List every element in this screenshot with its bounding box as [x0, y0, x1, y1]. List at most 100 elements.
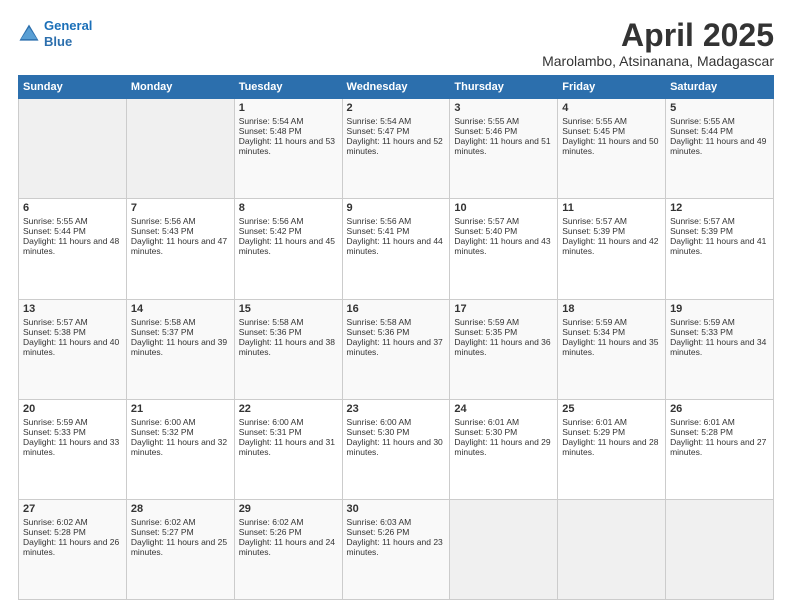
calendar-header-row: Sunday Monday Tuesday Wednesday Thursday…	[19, 76, 774, 99]
title-block: April 2025 Marolambo, Atsinanana, Madaga…	[542, 18, 774, 69]
col-friday: Friday	[558, 76, 666, 99]
daylight-text: Daylight: 11 hours and 24 minutes.	[239, 537, 338, 557]
sunrise-text: Sunrise: 5:55 AM	[562, 116, 661, 126]
daylight-text: Daylight: 11 hours and 36 minutes.	[454, 337, 553, 357]
calendar-cell: 24Sunrise: 6:01 AMSunset: 5:30 PMDayligh…	[450, 399, 558, 499]
sunrise-text: Sunrise: 6:01 AM	[454, 417, 553, 427]
sunset-text: Sunset: 5:35 PM	[454, 327, 553, 337]
day-number: 25	[562, 403, 661, 415]
sunset-text: Sunset: 5:45 PM	[562, 126, 661, 136]
day-number: 7	[131, 202, 230, 214]
logo-general: General	[44, 18, 92, 33]
daylight-text: Daylight: 11 hours and 53 minutes.	[239, 136, 338, 156]
daylight-text: Daylight: 11 hours and 48 minutes.	[23, 236, 122, 256]
sunrise-text: Sunrise: 5:59 AM	[23, 417, 122, 427]
sunset-text: Sunset: 5:39 PM	[670, 226, 769, 236]
calendar-cell: 18Sunrise: 5:59 AMSunset: 5:34 PMDayligh…	[558, 299, 666, 399]
calendar-cell: 25Sunrise: 6:01 AMSunset: 5:29 PMDayligh…	[558, 399, 666, 499]
sunset-text: Sunset: 5:30 PM	[347, 427, 446, 437]
calendar-cell	[19, 99, 127, 199]
calendar-cell: 29Sunrise: 6:02 AMSunset: 5:26 PMDayligh…	[234, 499, 342, 599]
calendar-week-row: 13Sunrise: 5:57 AMSunset: 5:38 PMDayligh…	[19, 299, 774, 399]
sunrise-text: Sunrise: 5:58 AM	[131, 317, 230, 327]
calendar-cell: 4Sunrise: 5:55 AMSunset: 5:45 PMDaylight…	[558, 99, 666, 199]
calendar-cell: 11Sunrise: 5:57 AMSunset: 5:39 PMDayligh…	[558, 199, 666, 299]
calendar-cell: 21Sunrise: 6:00 AMSunset: 5:32 PMDayligh…	[126, 399, 234, 499]
sunset-text: Sunset: 5:33 PM	[23, 427, 122, 437]
calendar-week-row: 1Sunrise: 5:54 AMSunset: 5:48 PMDaylight…	[19, 99, 774, 199]
calendar-cell: 1 Sunrise: 5:54 AMSunset: 5:48 PMDaylight…	[234, 99, 342, 199]
header: General Blue April 2025 Marolambo, Atsin…	[18, 18, 774, 69]
day-number: 28	[131, 503, 230, 515]
sunset-text: Sunset: 5:28 PM	[23, 527, 122, 537]
sunset-text: Sunset: 5:34 PM	[562, 327, 661, 337]
day-number: 13	[23, 303, 122, 315]
sunrise-text: Sunrise: 6:02 AM	[239, 517, 338, 527]
sunrise-text: Sunrise: 5:54 AM	[347, 116, 446, 126]
day-number: 12	[670, 202, 769, 214]
day-number: 23	[347, 403, 446, 415]
day-number: 6	[23, 202, 122, 214]
daylight-text: Daylight: 11 hours and 39 minutes.	[131, 337, 230, 357]
sunset-text: Sunset: 5:31 PM	[239, 427, 338, 437]
calendar-week-row: 6Sunrise: 5:55 AMSunset: 5:44 PMDaylight…	[19, 199, 774, 299]
daylight-text: Daylight: 11 hours and 23 minutes.	[347, 537, 446, 557]
sunset-text: Sunset: 5:44 PM	[23, 226, 122, 236]
daylight-text: Daylight: 11 hours and 51 minutes.	[454, 136, 553, 156]
day-number: 18	[562, 303, 661, 315]
sunset-text: Sunset: 5:37 PM	[131, 327, 230, 337]
sunrise-text: Sunrise: 5:56 AM	[131, 216, 230, 226]
sunrise-text: Sunrise: 5:57 AM	[562, 216, 661, 226]
sunrise-text: Sunrise: 6:00 AM	[239, 417, 338, 427]
calendar-cell: 10Sunrise: 5:57 AMSunset: 5:40 PMDayligh…	[450, 199, 558, 299]
sunrise-text: Sunrise: 5:57 AM	[23, 317, 122, 327]
sunrise-text: Sunrise: 6:00 AM	[131, 417, 230, 427]
col-thursday: Thursday	[450, 76, 558, 99]
daylight-text: Daylight: 11 hours and 44 minutes.	[347, 236, 446, 256]
sunrise-text: Sunrise: 5:59 AM	[454, 317, 553, 327]
calendar-cell: 9Sunrise: 5:56 AMSunset: 5:41 PMDaylight…	[342, 199, 450, 299]
daylight-text: Daylight: 11 hours and 49 minutes.	[670, 136, 769, 156]
sunrise-text: Sunrise: 6:01 AM	[670, 417, 769, 427]
logo-text: General Blue	[44, 18, 92, 49]
day-number: 30	[347, 503, 446, 515]
sunset-text: Sunset: 5:42 PM	[239, 226, 338, 236]
sunset-text: Sunset: 5:43 PM	[131, 226, 230, 236]
day-number: 5	[670, 102, 769, 114]
day-number: 11	[562, 202, 661, 214]
calendar-cell: 23Sunrise: 6:00 AMSunset: 5:30 PMDayligh…	[342, 399, 450, 499]
sunrise-text: Sunrise: 5:58 AM	[239, 317, 338, 327]
calendar-cell: 8Sunrise: 5:56 AMSunset: 5:42 PMDaylight…	[234, 199, 342, 299]
daylight-text: Daylight: 11 hours and 41 minutes.	[670, 236, 769, 256]
logo: General Blue	[18, 18, 92, 49]
sunrise-text: Sunrise: 5:54 AM	[239, 116, 338, 126]
day-number: 4	[562, 102, 661, 114]
sunset-text: Sunset: 5:36 PM	[239, 327, 338, 337]
day-number: 10	[454, 202, 553, 214]
calendar-cell: 5Sunrise: 5:55 AMSunset: 5:44 PMDaylight…	[666, 99, 774, 199]
day-number: 16	[347, 303, 446, 315]
daylight-text: Daylight: 11 hours and 37 minutes.	[347, 337, 446, 357]
sunset-text: Sunset: 5:46 PM	[454, 126, 553, 136]
sunrise-text: Sunrise: 5:55 AM	[670, 116, 769, 126]
daylight-text: Daylight: 11 hours and 25 minutes.	[131, 537, 230, 557]
daylight-text: Daylight: 11 hours and 31 minutes.	[239, 437, 338, 457]
calendar-cell: 12Sunrise: 5:57 AMSunset: 5:39 PMDayligh…	[666, 199, 774, 299]
sunset-text: Sunset: 5:41 PM	[347, 226, 446, 236]
daylight-text: Daylight: 11 hours and 47 minutes.	[131, 236, 230, 256]
day-number: 1	[239, 102, 338, 114]
calendar-cell	[126, 99, 234, 199]
daylight-text: Daylight: 11 hours and 45 minutes.	[239, 236, 338, 256]
sunset-text: Sunset: 5:48 PM	[239, 126, 338, 136]
sunset-text: Sunset: 5:39 PM	[562, 226, 661, 236]
calendar-cell: 16Sunrise: 5:58 AMSunset: 5:36 PMDayligh…	[342, 299, 450, 399]
sunrise-text: Sunrise: 5:55 AM	[23, 216, 122, 226]
calendar-cell	[666, 499, 774, 599]
calendar-cell: 28Sunrise: 6:02 AMSunset: 5:27 PMDayligh…	[126, 499, 234, 599]
logo-blue: Blue	[44, 34, 72, 49]
day-number: 22	[239, 403, 338, 415]
sunset-text: Sunset: 5:27 PM	[131, 527, 230, 537]
sunset-text: Sunset: 5:29 PM	[562, 427, 661, 437]
daylight-text: Daylight: 11 hours and 30 minutes.	[347, 437, 446, 457]
day-number: 26	[670, 403, 769, 415]
